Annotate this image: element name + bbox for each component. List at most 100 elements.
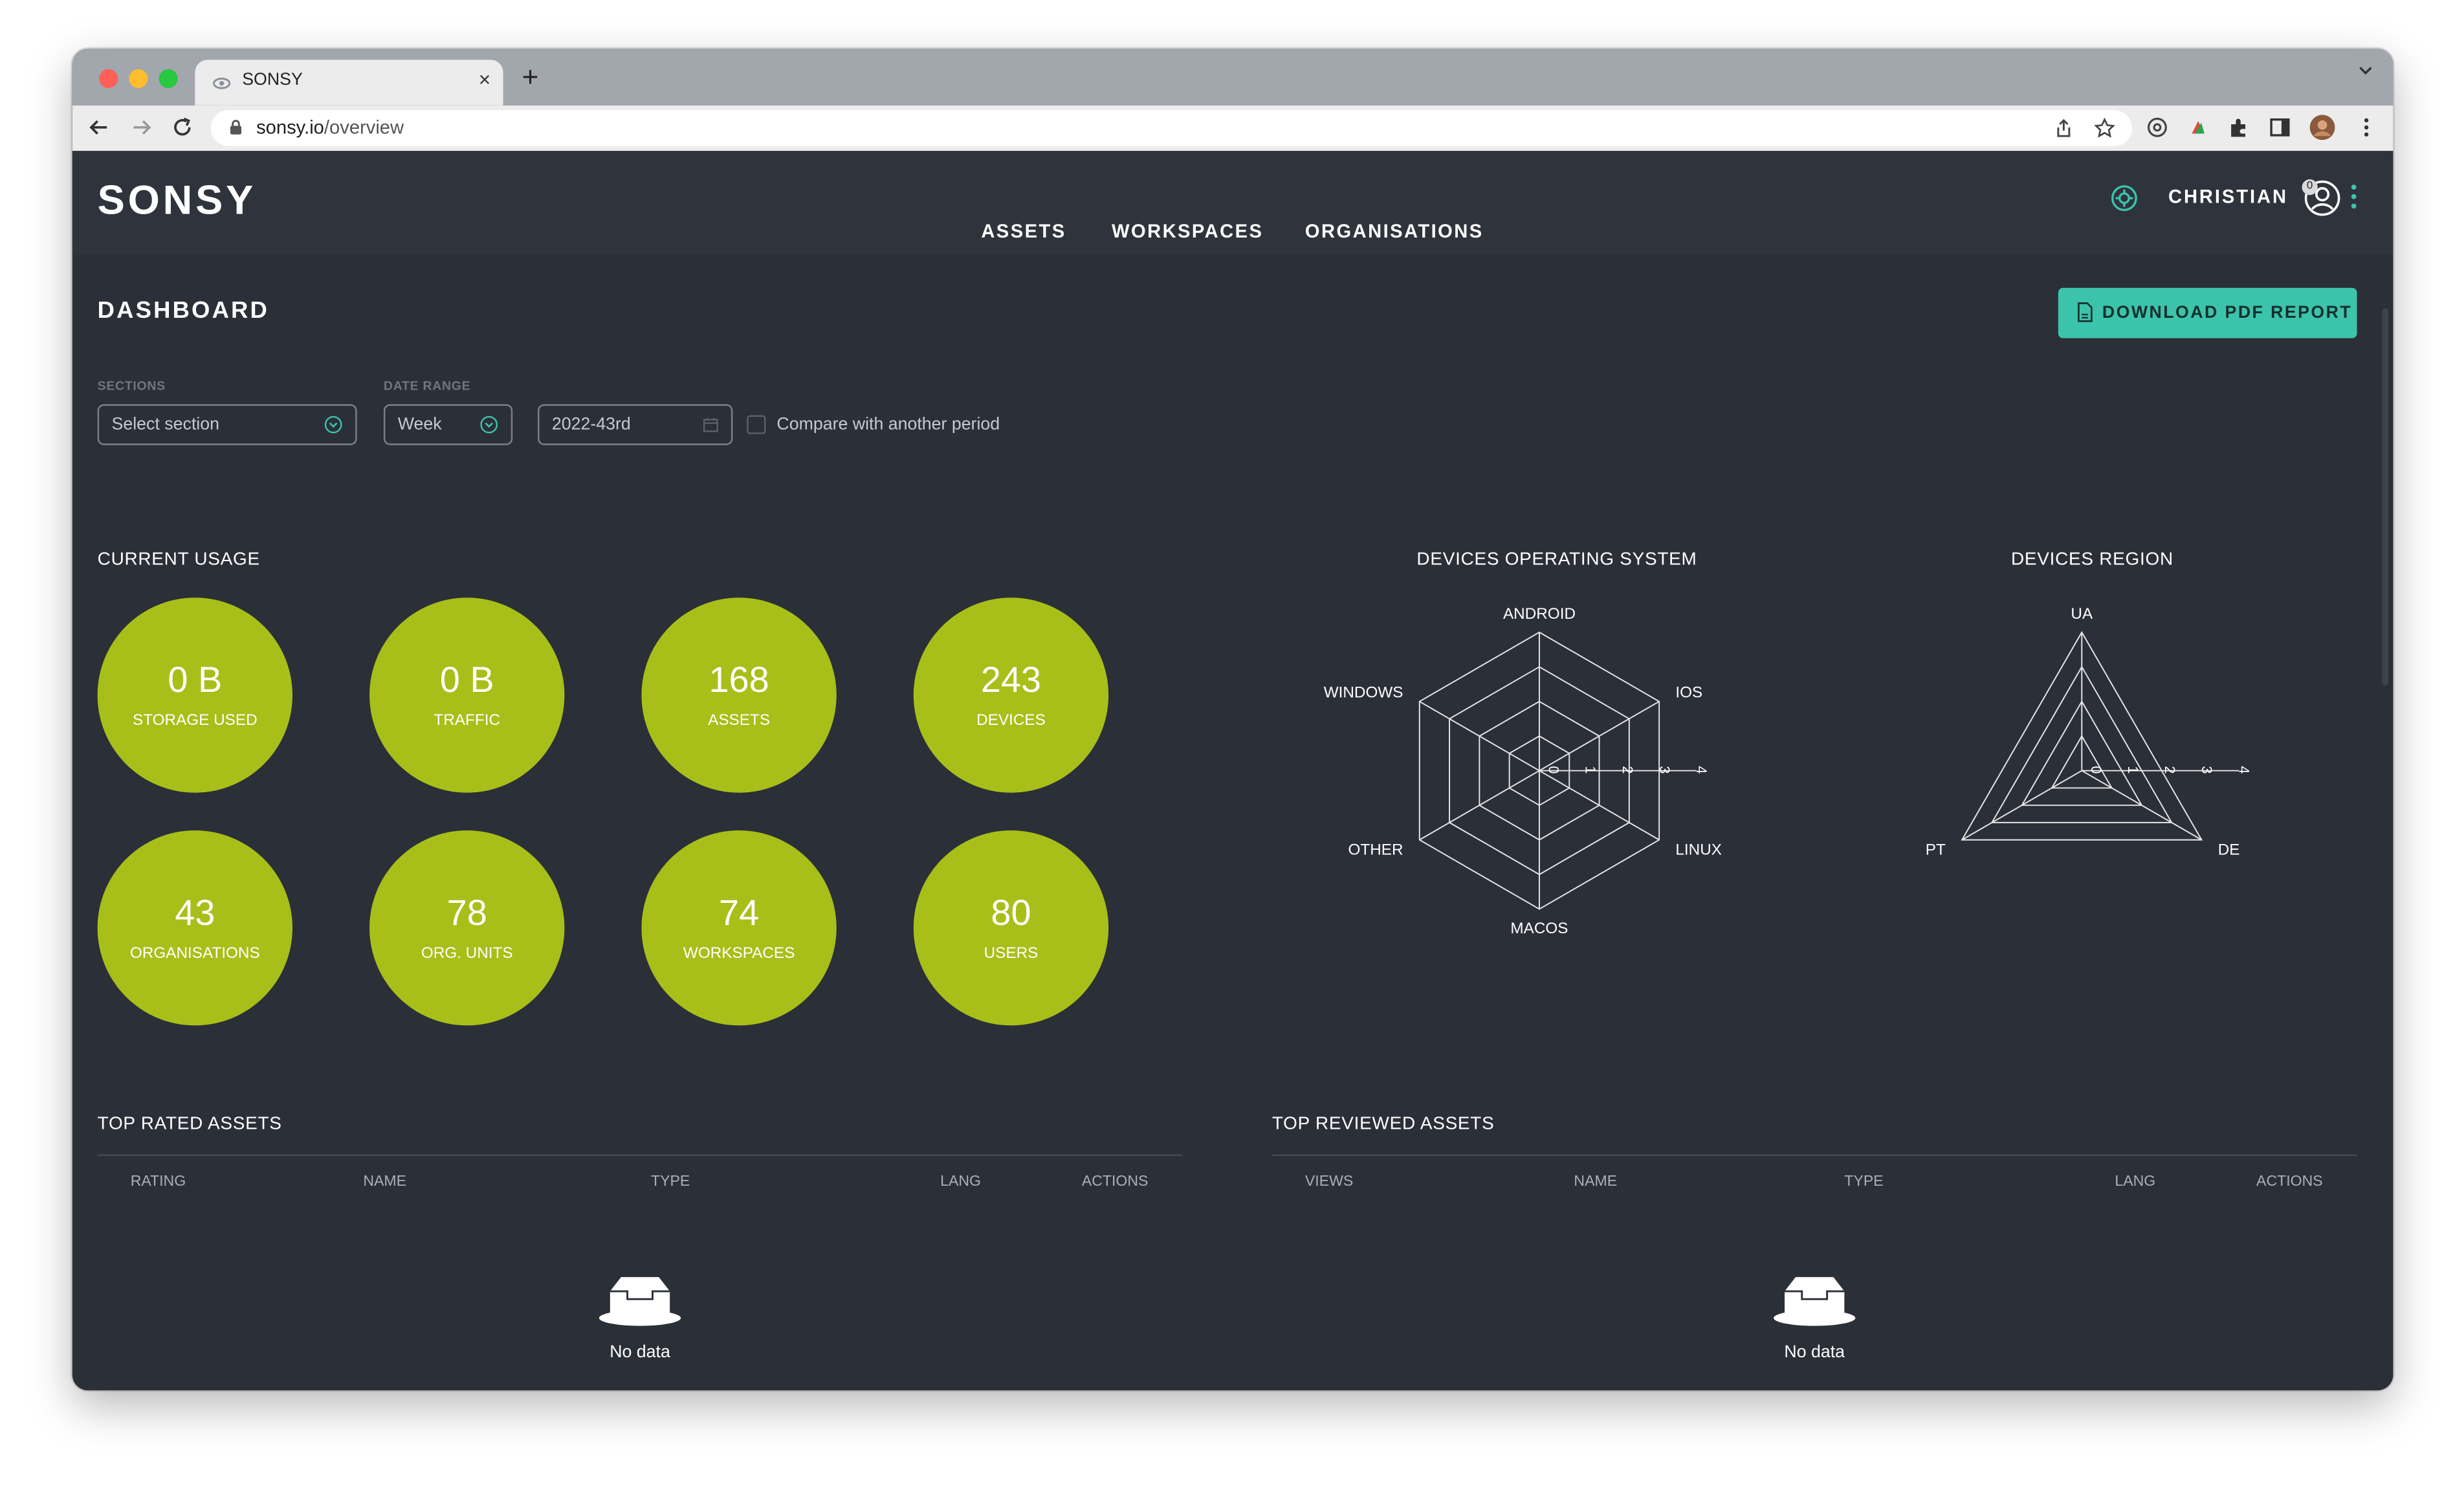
col-lang[interactable]: LANG bbox=[940, 1173, 981, 1191]
profile-avatar-icon[interactable] bbox=[2309, 115, 2335, 140]
pdf-file-icon bbox=[2078, 302, 2093, 322]
extensions-puzzle-icon[interactable] bbox=[2228, 117, 2250, 139]
col-type[interactable]: TYPE bbox=[1844, 1173, 1883, 1191]
usage-tile-label: DEVICES bbox=[976, 712, 1046, 730]
usage-tile-label: TRAFFIC bbox=[434, 712, 501, 730]
usage-tile-value: 80 bbox=[991, 891, 1031, 933]
col-lang[interactable]: LANG bbox=[2115, 1173, 2155, 1191]
close-window-button[interactable] bbox=[99, 69, 118, 89]
col-actions: ACTIONS bbox=[1081, 1173, 1149, 1191]
download-button-label: DOWNLOAD PDF REPORT bbox=[2102, 303, 2353, 323]
browser-tab[interactable]: SONSY × bbox=[195, 60, 503, 105]
radar-tick-label: 2 bbox=[1620, 766, 1636, 773]
radar-axis-label: WINDOWS bbox=[1324, 684, 1403, 702]
usage-tile-value: 74 bbox=[719, 891, 760, 933]
usage-tile-value: 0 B bbox=[439, 659, 494, 700]
radar-axis-label: DE bbox=[2218, 841, 2240, 859]
page-scrollbar[interactable] bbox=[2382, 308, 2389, 686]
usage-tile-label: ASSETS bbox=[708, 712, 771, 730]
radar-axis-label: IOS bbox=[1675, 684, 1702, 702]
forward-arrow-icon[interactable] bbox=[131, 117, 153, 139]
usage-tile-value: 243 bbox=[980, 659, 1042, 700]
minimize-window-button[interactable] bbox=[129, 69, 148, 89]
empty-inbox-icon bbox=[599, 1277, 681, 1326]
back-arrow-icon[interactable] bbox=[88, 117, 110, 139]
compare-period-label[interactable]: Compare with another period bbox=[776, 416, 1000, 434]
top-reviewed-divider bbox=[1271, 1154, 2357, 1157]
nav-organisations[interactable]: ORGANISATIONS bbox=[1305, 220, 1484, 242]
usage-tile-storage-used[interactable]: 0 B STORAGE USED bbox=[97, 597, 292, 793]
bookmark-star-icon[interactable] bbox=[2094, 118, 2115, 139]
section-select[interactable]: Select section bbox=[97, 404, 357, 445]
usage-tile-label: STORAGE USED bbox=[132, 712, 258, 730]
radar-axis-label: UA bbox=[2071, 605, 2093, 623]
nav-workspaces[interactable]: WORKSPACES bbox=[1112, 220, 1263, 242]
usage-tile-label: ORG. UNITS bbox=[421, 945, 513, 963]
extension-circle-icon[interactable] bbox=[2146, 117, 2168, 139]
usage-tile-assets[interactable]: 168 ASSETS bbox=[641, 597, 837, 793]
url-path: /overview bbox=[324, 116, 404, 139]
tab-search-chevron-icon[interactable] bbox=[2357, 65, 2375, 77]
tab-title: SONSY bbox=[242, 71, 303, 90]
radar-axis-label: LINUX bbox=[1675, 841, 1722, 859]
usage-tile-organisations[interactable]: 43 ORGANISATIONS bbox=[97, 830, 292, 1026]
period-select[interactable]: Week bbox=[383, 404, 513, 445]
col-type[interactable]: TYPE bbox=[651, 1173, 690, 1191]
usage-tile-value: 0 B bbox=[168, 659, 223, 700]
url-text: sonsy.io/overview bbox=[256, 117, 404, 139]
period-select-value: Week bbox=[397, 415, 442, 434]
browser-toolbar: sonsy.io/overview bbox=[72, 105, 2393, 151]
date-picker[interactable]: 2022-43rd bbox=[538, 404, 733, 445]
usage-tile-workspaces[interactable]: 74 WORKSPACES bbox=[641, 830, 837, 1026]
devices-os-title: DEVICES OPERATING SYSTEM bbox=[1416, 550, 1697, 570]
chevron-down-icon bbox=[324, 416, 342, 434]
more-options-icon[interactable] bbox=[2349, 183, 2359, 211]
reload-icon[interactable] bbox=[171, 117, 193, 139]
calendar-icon bbox=[703, 417, 718, 432]
col-name[interactable]: NAME bbox=[363, 1173, 406, 1191]
browser-window: SONSY × + sonsy.io/overview SONSY ASSETS… bbox=[72, 49, 2393, 1391]
app-viewport: SONSY ASSETS WORKSPACES ORGANISATIONS CH… bbox=[72, 151, 2393, 1391]
col-name[interactable]: NAME bbox=[1574, 1173, 1617, 1191]
top-rated-divider bbox=[97, 1154, 1183, 1157]
usage-tile-users[interactable]: 80 USERS bbox=[913, 830, 1109, 1026]
radar-tick-label: 1 bbox=[2125, 766, 2141, 773]
usage-tile-value: 43 bbox=[175, 891, 215, 933]
extension-colorful-icon[interactable] bbox=[2187, 117, 2209, 139]
browser-tab-strip: SONSY × + bbox=[72, 49, 2393, 105]
radar-axis-label: MACOS bbox=[1510, 920, 1568, 937]
notification-badge: 0 bbox=[2302, 179, 2318, 195]
usage-tile-org-units[interactable]: 78 ORG. UNITS bbox=[369, 830, 565, 1026]
page-title: DASHBOARD bbox=[97, 297, 270, 324]
address-bar[interactable]: sonsy.io/overview bbox=[210, 110, 2133, 146]
share-icon[interactable] bbox=[2054, 118, 2074, 139]
usage-tile-devices[interactable]: 243 DEVICES bbox=[913, 597, 1109, 793]
radar-axis-label: ANDROID bbox=[1503, 605, 1576, 623]
side-panel-icon[interactable] bbox=[2269, 117, 2291, 139]
chevron-down-icon bbox=[480, 416, 498, 434]
usage-tile-value: 168 bbox=[709, 659, 769, 700]
radar-tick-label: 4 bbox=[2236, 766, 2252, 773]
col-rating[interactable]: RATING bbox=[131, 1173, 186, 1191]
nav-assets[interactable]: ASSETS bbox=[981, 220, 1066, 242]
devices-region-radar-chart: UA DE PT 0 1 2 3 4 bbox=[1926, 605, 2252, 859]
usage-tile-traffic[interactable]: 0 B TRAFFIC bbox=[369, 597, 565, 793]
radar-tick-label: 4 bbox=[1693, 766, 1710, 773]
settings-gear-icon[interactable] bbox=[2110, 184, 2139, 212]
sections-label: SECTIONS bbox=[97, 379, 166, 394]
col-views[interactable]: VIEWS bbox=[1305, 1173, 1353, 1191]
radar-tick-label: 0 bbox=[2088, 766, 2104, 773]
eye-favicon-icon bbox=[213, 78, 231, 89]
download-pdf-report-button[interactable]: DOWNLOAD PDF REPORT bbox=[2058, 287, 2357, 339]
sonsy-logo[interactable]: SONSY bbox=[98, 176, 257, 225]
radar-tick-label: 1 bbox=[1583, 766, 1599, 773]
compare-period-checkbox[interactable] bbox=[747, 415, 766, 434]
new-tab-icon[interactable]: + bbox=[522, 61, 539, 93]
tab-close-icon[interactable]: × bbox=[479, 67, 490, 93]
devices-os-radar-chart: ANDROID IOS LINUX MACOS OTHER WINDOWS 0 1 2 3 4 bbox=[1324, 605, 1722, 937]
radar-axis-label: OTHER bbox=[1348, 841, 1403, 859]
browser-menu-icon[interactable] bbox=[2355, 117, 2377, 139]
current-usage-title: CURRENT USAGE bbox=[97, 550, 260, 570]
user-name[interactable]: CHRISTIAN bbox=[2168, 186, 2288, 208]
zoom-window-button[interactable] bbox=[159, 69, 178, 89]
